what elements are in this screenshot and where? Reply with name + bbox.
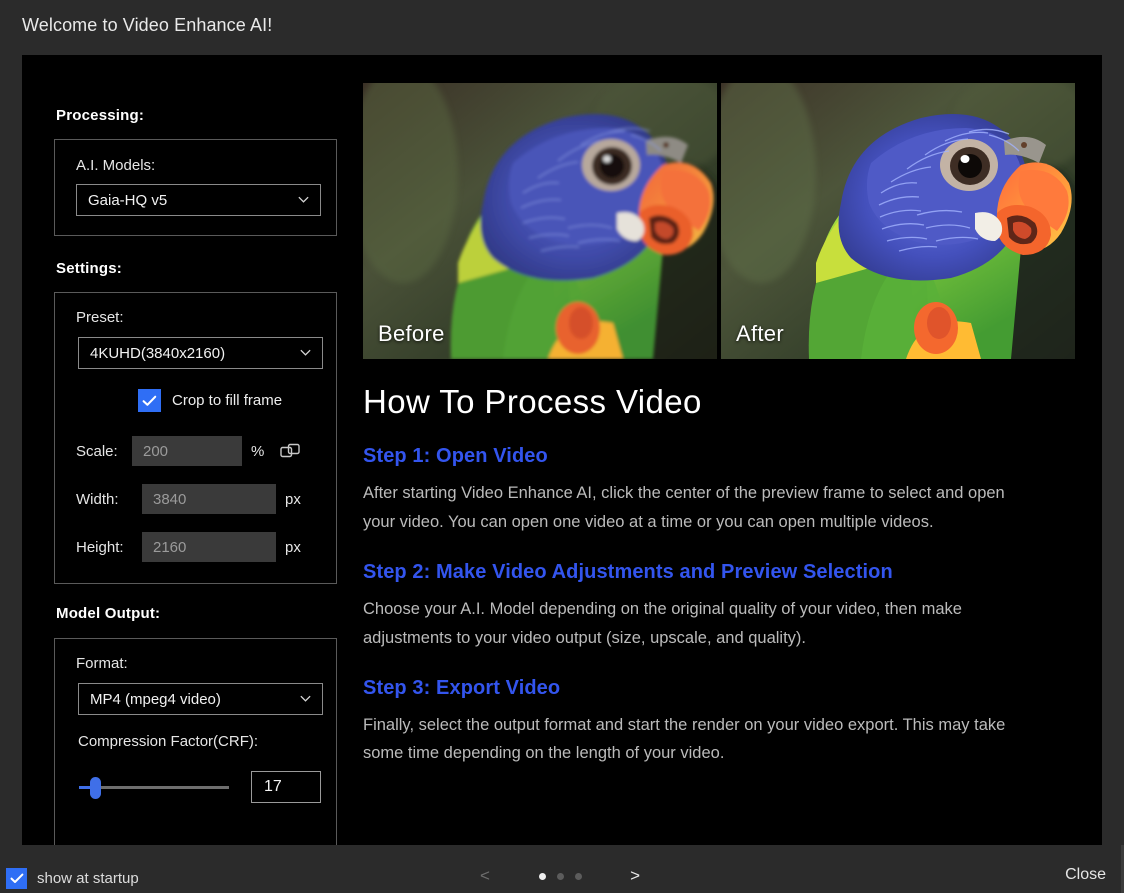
height-row: Height: 2160 px <box>76 532 301 562</box>
format-dropdown[interactable]: MP4 (mpeg4 video) <box>78 683 323 715</box>
format-label: Format: <box>76 655 128 672</box>
width-input[interactable]: 3840 <box>142 484 276 514</box>
crf-slider-handle[interactable] <box>90 777 101 799</box>
model-output-group: Format: MP4 (mpeg4 video) Compression Fa… <box>54 638 337 845</box>
crf-value-input[interactable]: 17 <box>251 771 321 803</box>
next-page-button[interactable]: > <box>630 866 640 886</box>
scale-input[interactable]: 200 <box>132 436 242 466</box>
processing-group: A.I. Models: Gaia-HQ v5 <box>54 139 337 236</box>
preview-before[interactable]: Before <box>363 83 717 359</box>
chevron-down-icon <box>299 346 312 359</box>
format-value: MP4 (mpeg4 video) <box>79 691 221 708</box>
height-input[interactable]: 2160 <box>142 532 276 562</box>
crop-to-fill-frame-row[interactable]: Crop to fill frame <box>138 389 282 412</box>
step-1-heading: Step 1: Open Video <box>363 445 1075 468</box>
page-dots <box>539 873 582 880</box>
pagination: < > <box>480 866 640 886</box>
step-1-body: After starting Video Enhance AI, click t… <box>363 479 1028 537</box>
crf-slider-track <box>79 786 229 789</box>
crop-to-fill-frame-label: Crop to fill frame <box>172 392 282 409</box>
before-parrot-image <box>363 83 717 359</box>
howto-title: How To Process Video <box>363 383 1075 421</box>
preview-before-label: Before <box>378 321 445 347</box>
scale-row: Scale: 200 % <box>76 436 302 466</box>
ai-models-label: A.I. Models: <box>76 157 155 174</box>
settings-section-label: Settings: <box>56 260 122 278</box>
preview-after[interactable]: After <box>721 83 1075 359</box>
crf-label: Compression Factor(CRF): <box>78 733 258 750</box>
scale-unit: % <box>251 443 264 460</box>
width-row: Width: 3840 px <box>76 484 301 514</box>
ai-model-dropdown[interactable]: Gaia-HQ v5 <box>76 184 321 216</box>
step-3-body: Finally, select the output format and st… <box>363 711 1028 769</box>
processing-section-label: Processing: <box>56 107 144 125</box>
preset-label: Preset: <box>76 309 124 326</box>
show-at-startup-checkbox[interactable] <box>6 868 27 889</box>
page-dot-1[interactable] <box>539 873 546 880</box>
page-dot-2[interactable] <box>557 873 564 880</box>
close-button[interactable]: Close <box>1065 866 1106 884</box>
howto-panel: Before <box>363 83 1075 768</box>
chevron-down-icon <box>299 692 312 705</box>
dialog-content: Processing: A.I. Models: Gaia-HQ v5 Sett… <box>22 55 1102 845</box>
prev-page-button[interactable]: < <box>480 866 490 886</box>
preset-value: 4KUHD(3840x2160) <box>79 345 225 362</box>
width-unit: px <box>285 491 301 508</box>
preview-after-label: After <box>736 321 784 347</box>
step-2-heading: Step 2: Make Video Adjustments and Previ… <box>363 561 1075 584</box>
dialog-title: Welcome to Video Enhance AI! <box>22 15 272 36</box>
welcome-dialog: Welcome to Video Enhance AI! Processing:… <box>0 0 1124 893</box>
height-label: Height: <box>76 539 142 556</box>
preview-images: Before <box>363 83 1075 359</box>
link-dimensions-icon[interactable] <box>280 442 302 460</box>
height-unit: px <box>285 539 301 556</box>
dialog-title-bar: Welcome to Video Enhance AI! <box>0 0 1124 55</box>
settings-panel: Processing: A.I. Models: Gaia-HQ v5 Sett… <box>56 55 356 845</box>
settings-group: Preset: 4KUHD(3840x2160) Crop to fill fr… <box>54 292 337 584</box>
scale-label: Scale: <box>76 443 132 460</box>
crf-slider[interactable] <box>79 772 229 802</box>
ai-model-value: Gaia-HQ v5 <box>77 192 167 209</box>
width-label: Width: <box>76 491 142 508</box>
show-at-startup-row[interactable]: show at startup <box>6 868 139 889</box>
model-output-section-label: Model Output: <box>56 605 160 623</box>
show-at-startup-label: show at startup <box>37 870 139 887</box>
crf-row: 17 <box>79 771 321 803</box>
step-3-heading: Step 3: Export Video <box>363 677 1075 700</box>
chevron-down-icon <box>297 193 310 206</box>
crop-to-fill-frame-checkbox[interactable] <box>138 389 161 412</box>
page-dot-3[interactable] <box>575 873 582 880</box>
after-parrot-image <box>721 83 1075 359</box>
preset-dropdown[interactable]: 4KUHD(3840x2160) <box>78 337 323 369</box>
step-2-body: Choose your A.I. Model depending on the … <box>363 595 1028 653</box>
